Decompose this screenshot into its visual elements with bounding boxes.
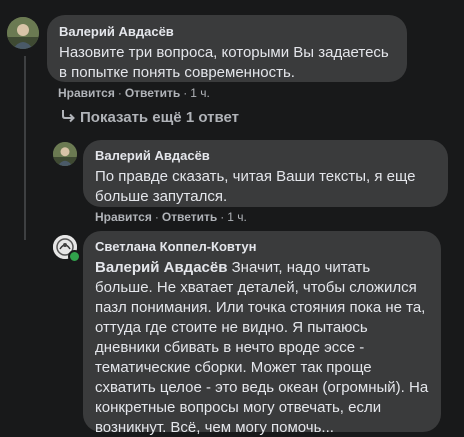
like-button[interactable]: Нравится [58,86,115,100]
reply-body: Значит, надо читать больше. Не хватает д… [95,259,429,436]
reply-bubble: Светлана Коппел-Ковтун Валерий Авдасёв З… [83,231,441,436]
comment-text: Назовите три вопроса, которыми Вы задает… [59,44,389,81]
comment-time[interactable]: 1 ч. [190,86,210,100]
thread-line [24,148,26,240]
reply-button[interactable]: Ответить [125,86,180,100]
show-more-replies-label: Показать ещё 1 ответ [80,109,239,126]
reply-text: Валерий Авдасёв Значит, надо читать боль… [95,258,429,437]
comments-thread: Валерий Авдасёв Назовите три вопроса, ко… [0,0,464,437]
comment-author[interactable]: Валерий Авдасёв [59,24,395,40]
comment-bubble: Валерий Авдасёв Назовите три вопроса, ко… [47,15,407,82]
user-photo-icon [7,17,39,49]
reply-button[interactable]: Ответить [162,210,217,224]
reply-bubble: Валерий Авдасёв По правде сказать, читая… [83,140,448,207]
reply-text: По правде сказать, читая Ваши тексты, я … [95,168,416,205]
show-more-replies-button[interactable]: Показать ещё 1 ответ [60,108,239,130]
avatar[interactable] [7,17,39,49]
reply-actions: Нравится · Ответить · 1 ч. [95,210,247,224]
reply-author[interactable]: Светлана Коппел-Ковтун [95,239,429,255]
mention-link[interactable]: Валерий Авдасёв [95,259,227,276]
reply-arrow-icon [60,108,76,130]
like-button[interactable]: Нравится [95,210,152,224]
reply-time[interactable]: 1 ч. [227,210,247,224]
user-photo-icon [53,142,77,166]
reply-author[interactable]: Валерий Авдасёв [95,148,436,164]
online-status-icon [68,250,81,263]
avatar[interactable] [53,142,77,166]
comment-actions: Нравится · Ответить · 1 ч. [58,86,210,100]
thread-line [24,56,26,148]
